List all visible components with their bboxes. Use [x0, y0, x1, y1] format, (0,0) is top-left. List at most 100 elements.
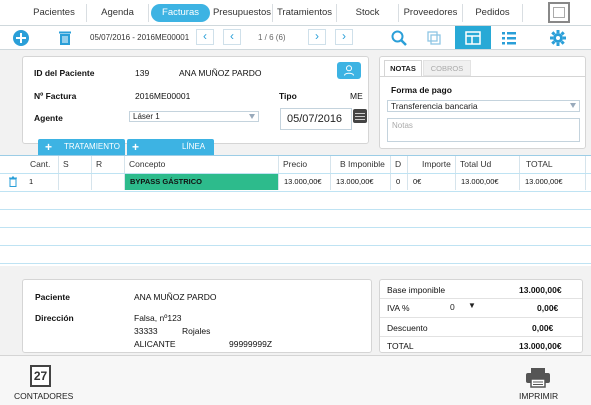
address-province: ALICANTE — [134, 339, 176, 349]
add-icon[interactable] — [12, 29, 30, 47]
col-total[interactable]: TOTAL — [520, 156, 586, 173]
table-row[interactable]: 1 BYPASS GÁSTRICO 13.000,00€ 13.000,00€ … — [0, 173, 591, 191]
next-button[interactable]: › — [308, 29, 326, 45]
address-zip: 33333 — [134, 326, 158, 336]
tab-proveedores[interactable]: Proveedores — [399, 4, 463, 22]
patient-id-value: 139 — [135, 68, 150, 78]
dropdown-arrow-icon — [570, 103, 576, 108]
cell-d[interactable]: 0 — [391, 174, 408, 190]
bottom-bar: 27 CONTADORES IMPRIMIR — [0, 355, 591, 405]
cell-precio[interactable]: 13.000,00€ — [279, 174, 331, 190]
col-importe[interactable]: Importe — [408, 156, 456, 173]
col-s[interactable]: S — [59, 156, 92, 173]
col-precio[interactable]: Precio — [279, 156, 331, 173]
print-label: IMPRIMIR — [519, 391, 559, 401]
gear-icon[interactable] — [549, 29, 567, 47]
col-cant[interactable]: Cant. — [26, 156, 59, 173]
col-concepto[interactable]: Concepto — [125, 156, 279, 173]
prev-button[interactable]: ‹ — [223, 29, 241, 45]
search-icon[interactable] — [390, 29, 408, 47]
col-base[interactable]: B Imponible — [331, 156, 391, 173]
discount-value: 0,00€ — [532, 323, 554, 333]
cell-r[interactable] — [92, 174, 125, 190]
info-patient-value: ANA MUÑOZ PARDO — [134, 292, 217, 302]
layout-view-button[interactable] — [455, 26, 491, 49]
tab-cobros[interactable]: COBROS — [423, 60, 471, 76]
agent-value: Láser 1 — [133, 112, 160, 121]
cell-s[interactable] — [59, 174, 92, 190]
last-button[interactable]: › — [335, 29, 353, 45]
tab-facturas[interactable]: Facturas — [151, 4, 210, 22]
notes-panel: NOTAS COBROS Forma de pago Transferencia… — [379, 56, 586, 149]
agent-select[interactable]: Láser 1 — [129, 111, 259, 122]
calendar-icon[interactable] — [353, 109, 367, 123]
col-r[interactable]: R — [92, 156, 125, 173]
row-divider — [0, 263, 591, 264]
iva-rate-select[interactable]: 0 ▼ — [450, 301, 478, 313]
totals-divider — [380, 317, 582, 318]
cell-total-ud[interactable]: 13.000,00€ — [456, 174, 520, 190]
payment-label: Forma de pago — [391, 85, 452, 95]
window-toggle-icon[interactable] — [548, 2, 570, 23]
tab-pacientes[interactable]: Pacientes — [22, 4, 87, 22]
tab-pedidos[interactable]: Pedidos — [463, 4, 523, 22]
date-value: 05/07/2016 — [287, 113, 343, 125]
pager-text: 1 / 6 (6) — [258, 33, 286, 42]
col-d[interactable]: D — [391, 156, 408, 173]
printer-icon — [526, 368, 550, 388]
first-button[interactable]: ‹ — [196, 29, 214, 45]
tab-presupuestos[interactable]: Presupuestos — [212, 4, 273, 22]
notes-textarea[interactable]: Notas — [387, 118, 580, 142]
cell-concepto[interactable]: BYPASS GÁSTRICO — [125, 174, 279, 190]
patient-phone: 99999999Z — [229, 339, 273, 349]
totals-divider — [380, 298, 582, 299]
chevron-right-icon: › — [342, 29, 346, 43]
total-value: 13.000,00€ — [519, 341, 562, 351]
counters-button[interactable]: 27 CONTADORES — [10, 360, 74, 404]
tab-notas[interactable]: NOTAS — [384, 60, 422, 76]
plus-icon: + — [132, 140, 140, 154]
agent-label: Agente — [34, 113, 63, 123]
iva-rate-value: 0 — [450, 302, 455, 312]
chevron-left-icon: ‹ — [230, 29, 234, 43]
tab-tratamientos[interactable]: Tratamientos — [273, 4, 337, 22]
row-divider — [0, 191, 591, 192]
base-value: 13.000,00€ — [519, 285, 562, 295]
main-nav: Pacientes Agenda Facturas Presupuestos T… — [0, 0, 591, 26]
cell-importe[interactable]: 0€ — [408, 174, 456, 190]
cell-cant[interactable]: 1 — [26, 174, 59, 190]
add-line-button[interactable]: + LÍNEA — [127, 139, 214, 155]
row-delete-icon[interactable] — [8, 176, 18, 187]
cell-total[interactable]: 13.000,00€ — [520, 174, 586, 190]
row-divider — [0, 209, 591, 210]
tab-agenda[interactable]: Agenda — [87, 4, 149, 22]
patient-info-panel: Paciente ANA MUÑOZ PARDO Dirección Falsa… — [22, 279, 372, 353]
counters-label: CONTADORES — [14, 391, 74, 401]
add-line-label: LÍNEA — [182, 142, 206, 151]
col-total-ud[interactable]: Total Ud — [456, 156, 520, 173]
cell-base[interactable]: 13.000,00€ — [331, 174, 391, 190]
patient-lookup-button[interactable] — [337, 62, 361, 79]
iva-label: IVA % — [387, 303, 410, 313]
info-patient-label: Paciente — [35, 292, 70, 302]
print-button[interactable]: IMPRIMIR — [514, 360, 564, 404]
date-field[interactable]: 05/07/2016 — [280, 108, 352, 130]
chevron-left-icon: ‹ — [203, 29, 207, 43]
row-divider — [0, 245, 591, 246]
invoice-range: 05/07/2016 - 2016ME00001 — [90, 33, 190, 42]
invoice-number-value: 2016ME00001 — [135, 91, 191, 101]
tab-stock[interactable]: Stock — [337, 4, 399, 22]
copy-icon[interactable] — [425, 29, 443, 47]
list-icon[interactable] — [500, 29, 518, 47]
invoice-number-label: Nº Factura — [34, 91, 77, 101]
address-street: Falsa, nº123 — [134, 313, 182, 323]
discount-label: Descuento — [387, 323, 428, 333]
total-label: TOTAL — [387, 341, 414, 351]
trash-icon[interactable] — [56, 29, 74, 47]
totals-panel: Base imponible 13.000,00€ IVA % 0 ▼ 0,00… — [379, 279, 583, 353]
invoice-lines-table: Cant. S R Concepto Precio B Imponible D … — [0, 155, 591, 266]
add-treatment-button[interactable]: + TRATAMIENTO — [38, 139, 125, 155]
totals-divider — [380, 336, 582, 337]
payment-select[interactable]: Transferencia bancaria — [387, 100, 580, 112]
patient-id-label: ID del Paciente — [34, 68, 95, 78]
